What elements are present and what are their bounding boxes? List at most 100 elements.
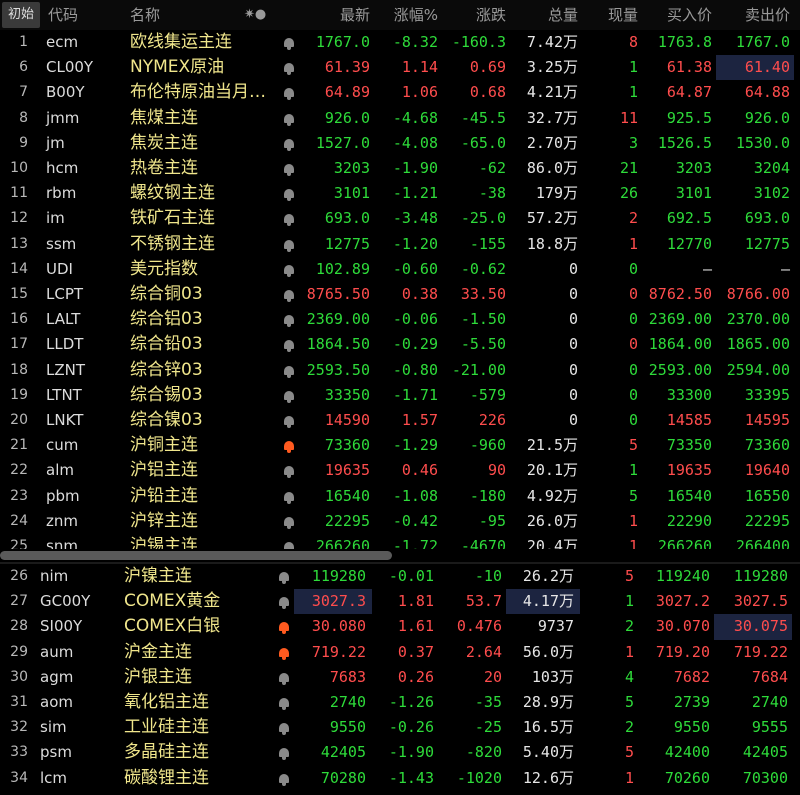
quote-row[interactable]: 10 hcm 热卷主连 3203 -1.90 -62 86.0万 21 3203 3204 xyxy=(0,156,800,181)
row-code: cum xyxy=(46,436,79,455)
quote-row[interactable]: 12 im 铁矿石主连 693.0 -3.48 -25.0 57.2万 2 692.5 693.0 xyxy=(0,206,800,231)
quote-row[interactable]: 13 ssm 不锈钢主连 12775 -1.20 -155 18.8万 1 12770 12775 xyxy=(0,232,800,257)
row-alert xyxy=(276,715,292,740)
bell-icon[interactable] xyxy=(278,697,290,710)
header-change-percent[interactable]: 涨幅% xyxy=(380,0,438,30)
header-ask[interactable]: 卖出价 xyxy=(728,0,790,30)
bell-icon[interactable] xyxy=(283,62,295,76)
quote-row[interactable]: 14 UDI 美元指数 102.89 -0.60 -0.62 0 0 — — xyxy=(0,257,800,282)
volume-unit: 万 xyxy=(558,768,574,787)
bell-icon[interactable] xyxy=(283,339,295,353)
row-change: 33.50 xyxy=(460,285,506,303)
quote-row[interactable]: 22 alm 沪铝主连 19635 0.46 90 20.1万 1 19635 19640 xyxy=(0,458,800,483)
row-volume: 21.5万 xyxy=(512,433,578,458)
row-change: -35 xyxy=(474,693,502,711)
quote-row[interactable]: 9 jm 焦炭主连 1527.0 -4.08 -65.0 2.70万 3 1526.5 1530.… xyxy=(0,131,800,156)
quote-row[interactable]: 32 sim 工业硅主连 9550 -0.26 -25 16.5万 2 9550 9555 xyxy=(0,715,800,740)
row-current-volume: 3 xyxy=(628,133,638,152)
bell-icon[interactable] xyxy=(278,571,290,584)
row-code: LTNT xyxy=(46,385,82,404)
header-settings-icon[interactable]: ✷● xyxy=(244,0,266,30)
quote-row[interactable]: 31 aom 氧化铝主连 2740 -1.26 -35 28.9万 5 2739 2740 xyxy=(0,690,800,715)
bell-icon[interactable] xyxy=(283,390,295,403)
row-index: 15 xyxy=(10,286,28,302)
quote-row[interactable]: 17 LLDT 综合铅03 1864.50 -0.29 -5.50 0 0 1864.00 186… xyxy=(0,332,800,357)
quote-row[interactable]: 27 GC00Y COMEX黄金 3027.3 1.81 53.7 4.17万 1 3027.2… xyxy=(0,589,800,615)
quote-row[interactable]: 15 LCPT 综合铜03 8765.50 0.38 33.50 0 0 8762.50 8766… xyxy=(0,282,800,307)
row-ask: 14595 xyxy=(744,411,790,429)
row-alert xyxy=(281,383,297,408)
scrollbar-thumb[interactable] xyxy=(0,551,392,560)
volume-value: 0 xyxy=(568,411,578,429)
bell-icon[interactable] xyxy=(278,596,290,610)
quote-row[interactable]: 11 rbm 螺纹钢主连 3101 -1.21 -38 179万 26 3101 3102 xyxy=(0,181,800,206)
row-alert xyxy=(281,509,297,534)
quote-row[interactable]: 30 agm 沪银主连 7683 0.26 20 103万 4 7682 7684 xyxy=(0,665,800,690)
bell-icon[interactable] xyxy=(283,491,295,504)
quote-row[interactable]: 6 CL00Y NYMEX原油 61.39 1.14 0.69 3.25万 1 61.38 61.… xyxy=(0,55,800,81)
quote-row[interactable]: 29 aum 沪金主连 719.22 0.37 2.64 56.0万 1 719.20 719.2… xyxy=(0,640,800,665)
header-bid[interactable]: 买入价 xyxy=(650,0,712,30)
row-name: 碳酸锂主连 xyxy=(124,767,209,788)
quote-row[interactable]: 24 znm 沪锌主连 22295 -0.42 -95 26.0万 1 22290 22295 xyxy=(0,509,800,534)
bell-icon[interactable] xyxy=(283,163,295,176)
row-code: znm xyxy=(46,511,78,530)
row-alert xyxy=(276,690,292,715)
quote-row[interactable]: 28 SI00Y COMEX白银 30.080 1.61 0.476 9737 2 30.070… xyxy=(0,614,800,640)
header-current-volume[interactable]: 现量 xyxy=(590,0,638,30)
quote-row[interactable]: 7 B00Y 布伦特原油当月… 64.89 1.06 0.68 4.21万 1 64.87 64.… xyxy=(0,80,800,105)
quote-row[interactable]: 8 jmm 焦煤主连 926.0 -4.68 -45.5 32.7万 11 925.5 926.0 xyxy=(0,106,800,131)
bell-icon[interactable] xyxy=(283,289,295,302)
bell-icon[interactable] xyxy=(283,213,295,227)
row-current-volume: 11 xyxy=(619,108,638,127)
row-name: 综合镍03 xyxy=(130,410,203,430)
bell-icon[interactable] xyxy=(283,87,295,101)
reset-order-button[interactable]: 初始 xyxy=(2,2,40,28)
bell-icon[interactable] xyxy=(278,773,290,786)
volume-value: 179 xyxy=(535,184,563,203)
header-last[interactable]: 最新 xyxy=(318,0,370,30)
row-current-volume: 1 xyxy=(628,461,638,480)
bell-icon[interactable] xyxy=(283,314,295,328)
row-ask: 1865.00 xyxy=(726,335,790,354)
bell-icon[interactable] xyxy=(278,621,290,635)
bell-icon[interactable] xyxy=(278,747,290,761)
bell-icon[interactable] xyxy=(278,722,290,736)
bell-icon[interactable] xyxy=(278,647,290,660)
volume-unit: 万 xyxy=(562,436,578,455)
quote-row[interactable]: 20 LNKT 综合镍03 14590 1.57 226 0 0 14585 14595 xyxy=(0,408,800,433)
bell-icon[interactable] xyxy=(283,37,295,50)
quote-row[interactable]: 1 ecm 欧线集运主连 1767.0 -8.32 -160.3 7.42万 8 1763.8 1… xyxy=(0,30,800,55)
bell-icon[interactable] xyxy=(283,264,295,277)
quote-row[interactable]: 21 cum 沪铜主连 73360 -1.29 -960 21.5万 5 73350 73360 xyxy=(0,433,800,458)
bell-icon[interactable] xyxy=(283,415,295,428)
bell-icon[interactable] xyxy=(278,672,290,685)
row-change-percent: -4.68 xyxy=(392,108,438,127)
quote-row[interactable]: 33 psm 多晶硅主连 42405 -1.90 -820 5.40万 5 42400 42405 xyxy=(0,740,800,765)
row-volume: 4.92万 xyxy=(512,484,578,509)
bell-icon[interactable] xyxy=(283,365,295,378)
quote-row[interactable]: 19 LTNT 综合锡03 33350 -1.71 -579 0 0 33300 33395 xyxy=(0,383,800,408)
header-name[interactable]: 名称 xyxy=(130,0,160,30)
bell-icon[interactable] xyxy=(283,516,295,529)
bell-icon[interactable] xyxy=(283,138,295,151)
bell-icon[interactable] xyxy=(283,440,295,454)
row-index: 33 xyxy=(10,744,28,761)
bell-icon[interactable] xyxy=(283,113,295,126)
row-current-volume: 5 xyxy=(624,743,634,762)
quote-row[interactable]: 25 snm 沪锡主连 266260 -1.72 -4670 20.4万 1 266260 266… xyxy=(0,534,800,549)
quote-row[interactable]: 23 pbm 沪铅主连 16540 -1.08 -180 4.92万 5 16540 16550 xyxy=(0,484,800,509)
row-alert xyxy=(276,564,292,589)
header-change[interactable]: 涨跌 xyxy=(460,0,506,30)
header-code[interactable]: 代码 xyxy=(48,0,78,30)
bell-icon[interactable] xyxy=(283,239,295,252)
header-volume[interactable]: 总量 xyxy=(528,0,578,30)
row-last: 926.0 xyxy=(324,108,370,127)
quote-row[interactable]: 34 lcm 碳酸锂主连 70280 -1.43 -1020 12.6万 1 70260 7030… xyxy=(0,766,800,791)
quote-row[interactable]: 26 nim 沪镍主连 119280 -0.01 -10 26.2万 5 119240 11928… xyxy=(0,564,800,589)
quote-row[interactable]: 16 LALT 综合铝03 2369.00 -0.06 -1.50 0 0 2369.00 237… xyxy=(0,307,800,332)
bell-icon[interactable] xyxy=(283,465,295,479)
bell-icon[interactable] xyxy=(283,541,295,549)
bell-icon[interactable] xyxy=(283,188,295,202)
quote-row[interactable]: 18 LZNT 综合锌03 2593.50 -0.80 -21.00 0 0 2593.00 25… xyxy=(0,358,800,383)
